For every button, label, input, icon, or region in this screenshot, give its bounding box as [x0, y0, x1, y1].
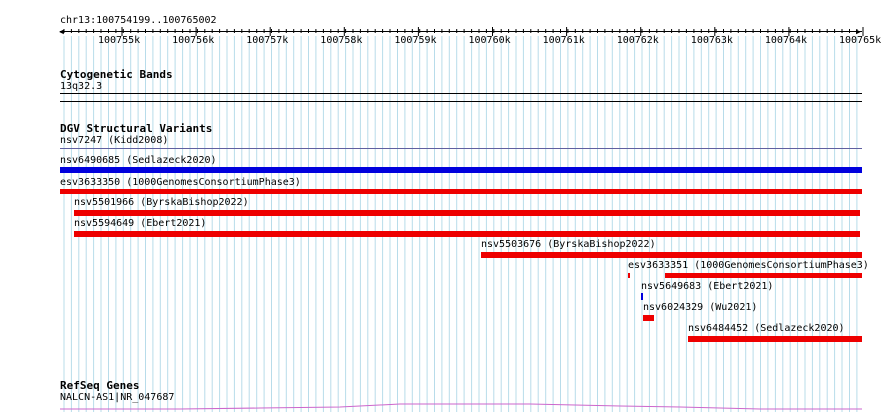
variant-label[interactable]: nsv6490685 (Sedlazeck2020)	[60, 155, 217, 167]
variant-bar[interactable]	[60, 148, 862, 149]
ruler-tick-label: 100761k	[542, 35, 585, 46]
variant-bar[interactable]	[481, 252, 862, 258]
ruler-tick-label: 100755k	[98, 35, 141, 46]
cytoband-track-title[interactable]: Cytogenetic Bands	[60, 68, 173, 81]
variant-label[interactable]: nsv6484452 (Sedlazeck2020)	[688, 323, 845, 335]
variant-label[interactable]: esv3633351 (1000GenomesConsortiumPhase3)	[628, 260, 869, 272]
variant-bar[interactable]	[74, 231, 860, 237]
ruler-axis	[60, 31, 862, 32]
refseq-track-title[interactable]: RefSeq Genes	[60, 379, 139, 392]
ruler-left-arrow[interactable]: ◀	[59, 26, 64, 38]
ruler-tick-label: 100765k	[839, 35, 882, 46]
ruler-tick-label: 100756k	[172, 35, 215, 46]
variant-bar[interactable]	[643, 315, 654, 321]
variant-bar[interactable]	[60, 167, 862, 173]
cytoband-label: 13q32.3	[60, 81, 103, 92]
variant-bar[interactable]	[665, 273, 862, 278]
variant-label[interactable]: nsv5501966 (ByrskaBishop2022)	[74, 197, 249, 209]
variant-bar-start[interactable]	[628, 273, 630, 278]
variant-label[interactable]: nsv5594649 (Ebert2021)	[74, 218, 206, 230]
ruler-tick-label: 100758k	[320, 35, 363, 46]
variant-bar[interactable]	[688, 336, 862, 342]
ruler-tick-label: 100759k	[394, 35, 437, 46]
variant-label[interactable]: esv3633350 (1000GenomesConsortiumPhase3)	[60, 177, 301, 189]
ruler-tick-label: 100763k	[690, 35, 733, 46]
variant-label[interactable]: nsv6024329 (Wu2021)	[643, 302, 757, 314]
variant-bar[interactable]	[641, 293, 643, 300]
variant-label[interactable]: nsv5649683 (Ebert2021)	[641, 281, 773, 293]
cytoband-bar-bottom	[60, 101, 862, 102]
variant-bar[interactable]	[74, 210, 860, 216]
ruler-tick-label: 100762k	[616, 35, 659, 46]
cytoband-bar-top	[60, 93, 862, 94]
ruler-tick-label: 100764k	[764, 35, 808, 46]
ruler-tick-label: 100757k	[246, 35, 289, 46]
variant-label[interactable]: nsv5503676 (ByrskaBishop2022)	[481, 239, 656, 251]
variant-label[interactable]: nsv7247 (Kidd2008)	[60, 135, 168, 147]
dgv-track-title[interactable]: DGV Structural Variants	[60, 122, 212, 135]
ruler-tick-label: 100760k	[468, 35, 511, 46]
variant-bar[interactable]	[60, 189, 862, 194]
location-label: chr13:100754199..100765002	[60, 15, 217, 26]
gene-model[interactable]	[60, 400, 862, 412]
